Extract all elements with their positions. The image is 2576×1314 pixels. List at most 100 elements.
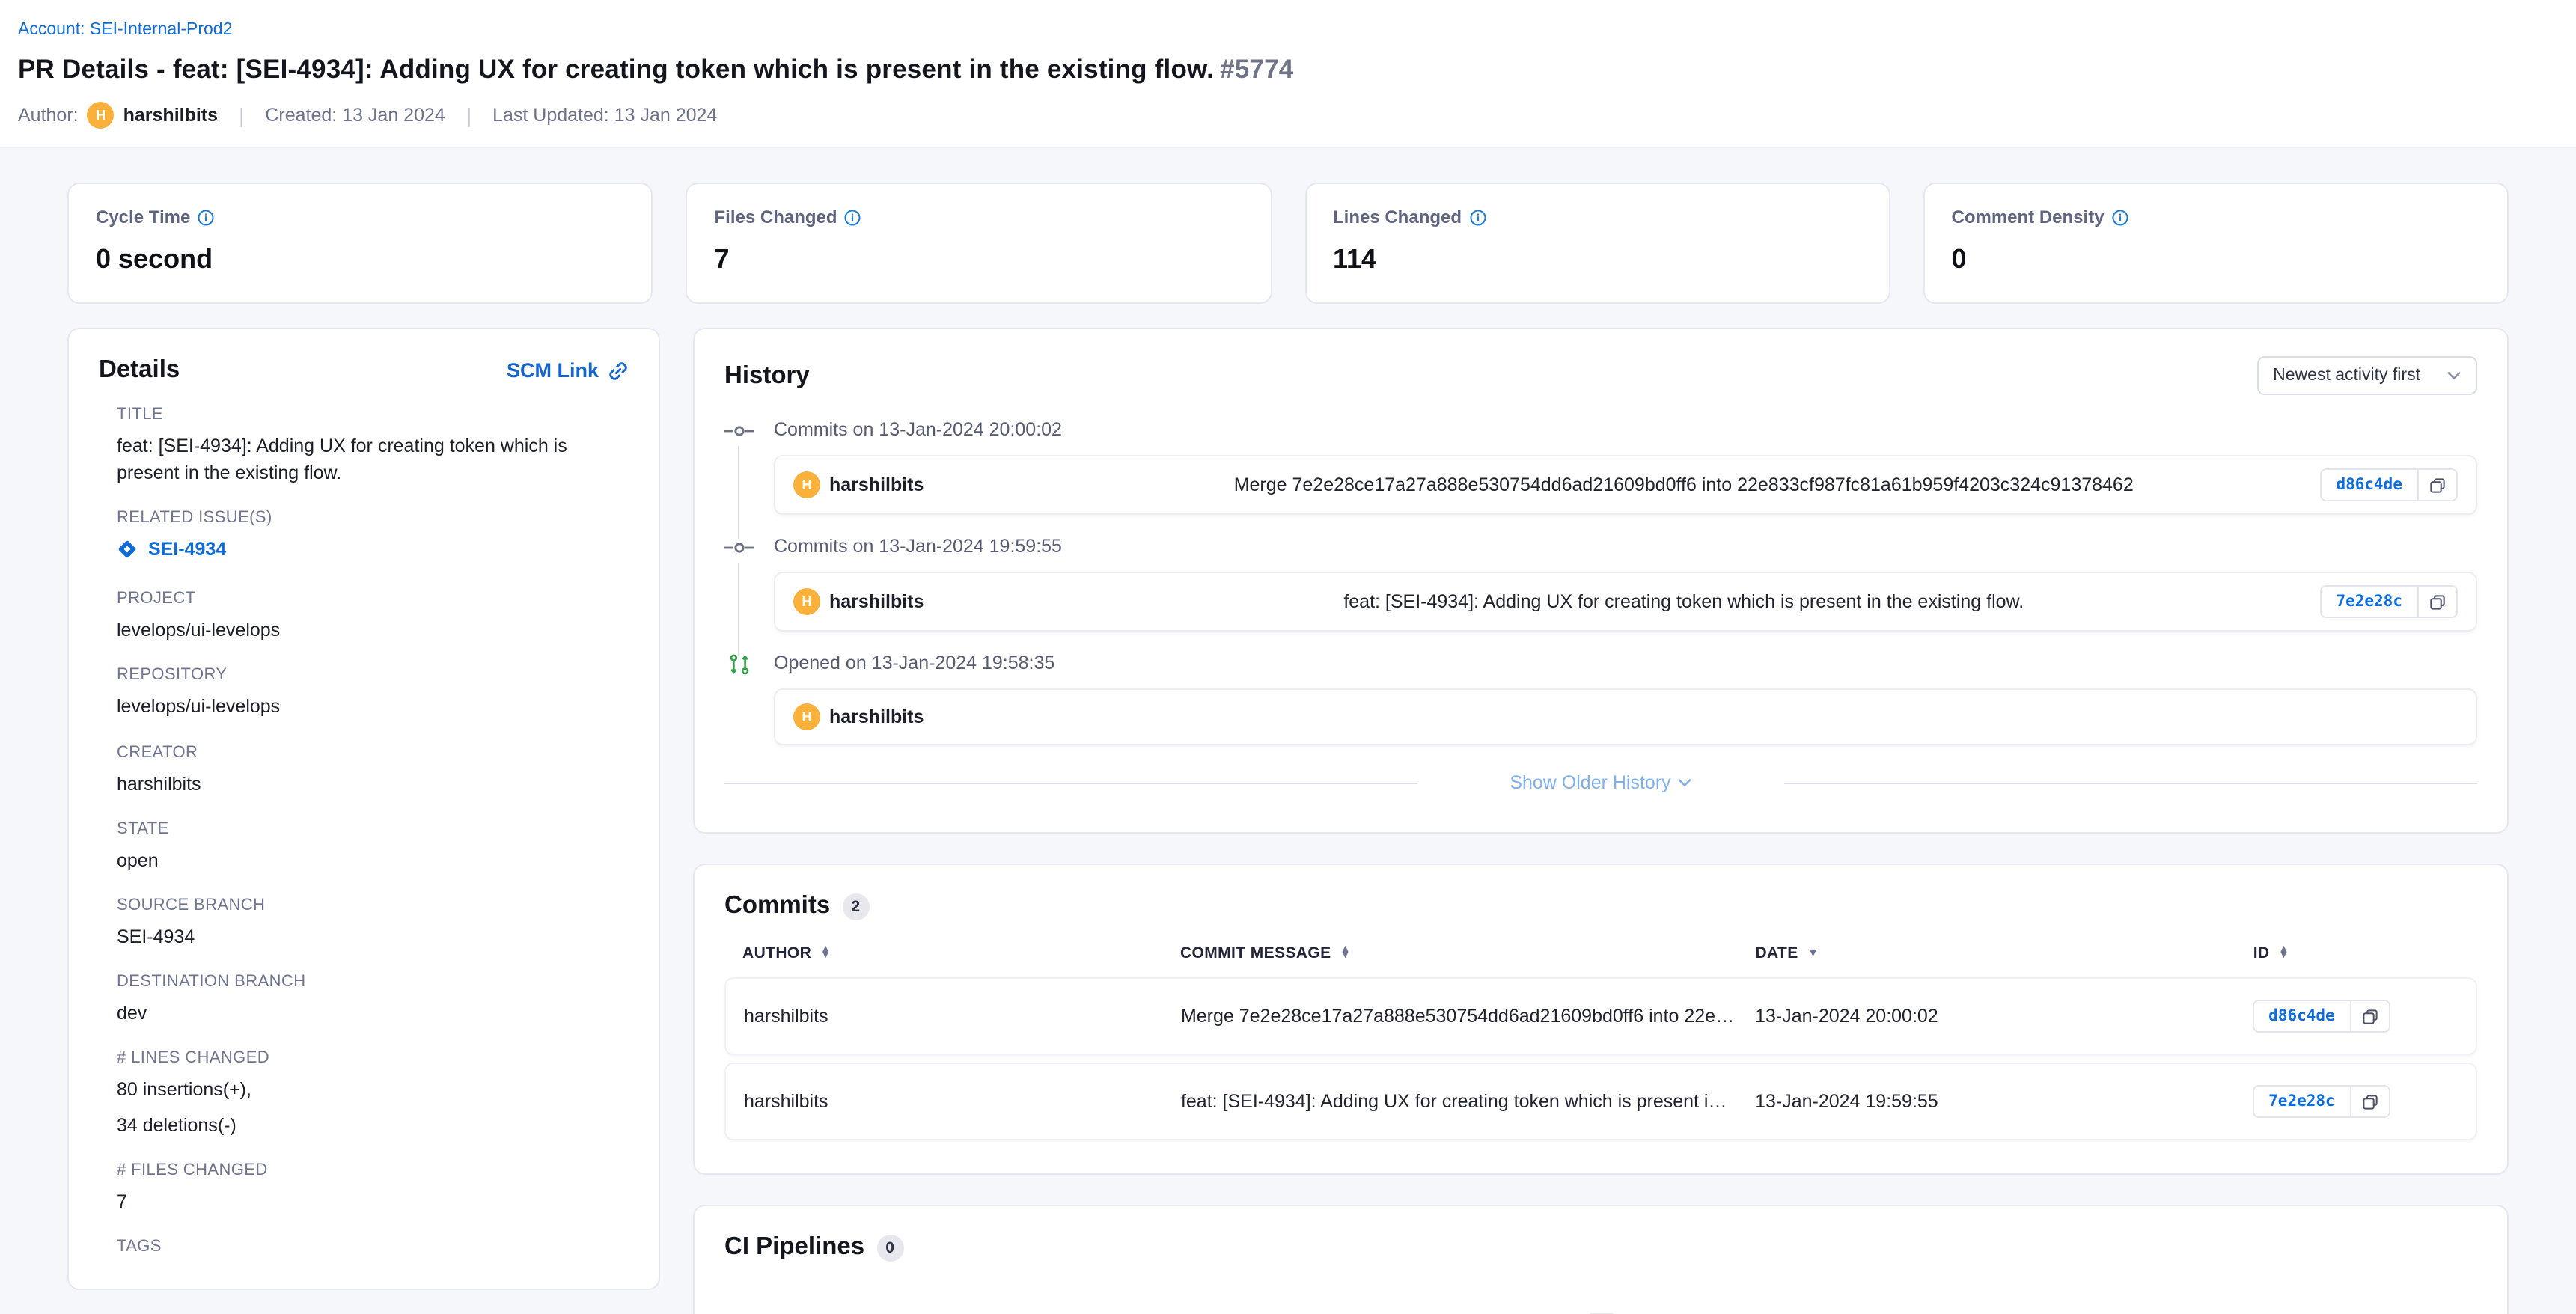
- history-opened-card: H harshilbits: [774, 688, 2477, 745]
- ci-pipelines-count-badge: 0: [876, 1234, 903, 1261]
- ci-pipelines-panel: CI Pipelines 0 No Data: [693, 1205, 2509, 1314]
- last-updated-date: Last Updated: 13 Jan 2024: [492, 105, 717, 126]
- commit-hash-link[interactable]: 7e2e28c: [2319, 585, 2419, 618]
- history-timeline: Commits on 13-Jan-2024 20:00:02 H harshi…: [724, 419, 2477, 745]
- show-older-history-link[interactable]: Show Older History: [1510, 772, 1691, 793]
- commit-icon: [724, 421, 754, 441]
- scm-link-label: SCM Link: [507, 359, 599, 382]
- field-value: harshilbits: [117, 770, 629, 797]
- divider: [1785, 782, 2477, 783]
- meta-divider: |: [466, 103, 471, 127]
- metric-label: Comment Density: [1952, 207, 2105, 227]
- field-label: # LINES CHANGED: [117, 1049, 629, 1067]
- detail-field-related-issues: RELATED ISSUE(S) SEI-4934: [117, 510, 629, 568]
- link-icon: [608, 360, 629, 381]
- timeline-entry-label: Opened on 13-Jan-2024 19:58:35: [774, 653, 2477, 673]
- commit-hash-link[interactable]: d86c4de: [2252, 1000, 2351, 1033]
- field-label: STATE: [117, 819, 629, 837]
- field-value: 34 deletions(-): [117, 1112, 629, 1139]
- author-avatar: H: [793, 471, 820, 498]
- metric-label: Files Changed: [715, 207, 837, 227]
- metric-value: 0: [1952, 244, 2481, 275]
- table-row: harshilbits Merge 7e2e28ce17a27a888e5307…: [724, 977, 2477, 1055]
- cell-author: harshilbits: [744, 1091, 1181, 1112]
- history-panel: History Newest activity first Commits on…: [693, 328, 2509, 834]
- history-sort-value: Newest activity first: [2273, 367, 2420, 385]
- cell-author: harshilbits: [744, 1006, 1181, 1027]
- metrics-row: Cycle Time 0 second Files Changed 7 Line…: [67, 183, 2509, 304]
- field-label: CREATOR: [117, 743, 629, 761]
- commits-count-badge: 2: [842, 893, 869, 920]
- field-value: levelops/ui-levelops: [117, 694, 629, 721]
- created-date: Created: 13 Jan 2024: [265, 105, 445, 126]
- metric-value: 114: [1333, 244, 1862, 275]
- copy-icon[interactable]: [2351, 1000, 2390, 1033]
- pull-request-opened-icon: [724, 654, 754, 675]
- info-icon[interactable]: [845, 209, 861, 225]
- history-sort-dropdown[interactable]: Newest activity first: [2256, 356, 2477, 395]
- show-older-history-row: Show Older History: [724, 772, 2477, 793]
- ci-pipelines-heading: CI Pipelines: [724, 1233, 864, 1262]
- cell-commit-message: Merge 7e2e28ce17a27a888e530754dd6ad21609…: [1181, 1006, 1755, 1027]
- timeline-entry-label: Commits on 13-Jan-2024 19:59:55: [774, 536, 2477, 557]
- timeline-entry-label: Commits on 13-Jan-2024 20:00:02: [774, 419, 2477, 440]
- info-icon[interactable]: [1469, 209, 1486, 225]
- related-issue-link[interactable]: SEI-4934: [117, 540, 226, 560]
- timeline-entry: Opened on 13-Jan-2024 19:58:35 H harshil…: [724, 653, 2477, 745]
- pr-details-page: Account: SEI-Internal-Prod2 PR Details -…: [0, 0, 2576, 1314]
- cell-date: 13-Jan-2024 20:00:02: [1755, 1006, 2252, 1027]
- timeline-entry: Commits on 13-Jan-2024 20:00:02 H harshi…: [724, 419, 2477, 515]
- column-header-commit-message[interactable]: COMMIT MESSAGE ▲▼: [1180, 944, 1755, 962]
- field-label: SOURCE BRANCH: [117, 896, 629, 914]
- page-content: Cycle Time 0 second Files Changed 7 Line…: [0, 148, 2576, 1314]
- field-label: PROJECT: [117, 590, 629, 608]
- column-header-id[interactable]: ID ▲▼: [2253, 944, 2459, 962]
- column-header-author[interactable]: AUTHOR ▲▼: [742, 944, 1180, 962]
- detail-field-source-branch: SOURCE BRANCH SEI-4934: [117, 896, 629, 950]
- page-title: PR Details - feat: [SEI-4934]: Adding UX…: [18, 54, 2558, 85]
- info-icon[interactable]: [198, 209, 214, 225]
- field-value: open: [117, 846, 629, 873]
- sort-icon: ▲▼: [2279, 947, 2289, 959]
- field-label: REPOSITORY: [117, 667, 629, 685]
- issue-key: SEI-4934: [148, 540, 226, 560]
- field-value: SEI-4934: [117, 923, 629, 950]
- account-breadcrumb-link[interactable]: Account: SEI-Internal-Prod2: [18, 21, 232, 39]
- history-commit-card: H harshilbits Merge 7e2e28ce17a27a888e53…: [774, 455, 2477, 515]
- page-header: Account: SEI-Internal-Prod2 PR Details -…: [0, 0, 2576, 148]
- field-label: # FILES CHANGED: [117, 1162, 629, 1180]
- cell-commit-message: feat: [SEI-4934]: Adding UX for creating…: [1181, 1091, 1755, 1112]
- metric-label: Lines Changed: [1333, 207, 1462, 227]
- pr-number: #5774: [1220, 54, 1293, 84]
- chevron-down-icon: [1679, 778, 1692, 787]
- page-title-text: PR Details - feat: [SEI-4934]: Adding UX…: [18, 54, 1214, 84]
- scm-link[interactable]: SCM Link: [507, 359, 629, 382]
- detail-field-repository: REPOSITORY levelops/ui-levelops: [117, 667, 629, 721]
- copy-icon[interactable]: [2419, 585, 2458, 618]
- commits-heading: Commits: [724, 892, 830, 920]
- commit-hash-link[interactable]: d86c4de: [2319, 468, 2419, 501]
- details-heading: Details: [99, 356, 180, 385]
- copy-icon[interactable]: [2351, 1085, 2390, 1118]
- commit-hash-link[interactable]: 7e2e28c: [2252, 1085, 2351, 1118]
- metric-card-cycle-time: Cycle Time 0 second: [67, 183, 653, 304]
- info-icon[interactable]: [2112, 209, 2128, 225]
- metric-label: Cycle Time: [96, 207, 190, 227]
- commit-message: Merge 7e2e28ce17a27a888e530754dd6ad21609…: [1048, 474, 2319, 495]
- field-value: feat: [SEI-4934]: Adding UX for creating…: [117, 433, 629, 487]
- history-heading: History: [724, 361, 810, 390]
- commit-message: feat: [SEI-4934]: Adding UX for creating…: [1048, 591, 2319, 612]
- metric-card-comment-density: Comment Density 0: [1923, 183, 2509, 304]
- detail-field-creator: CREATOR harshilbits: [117, 743, 629, 797]
- column-header-date[interactable]: DATE ▼: [1755, 944, 2253, 962]
- column-label: DATE: [1755, 944, 1798, 962]
- author-avatar: H: [88, 102, 115, 129]
- details-panel: Details SCM Link TITLE feat: [SEI-4934]:…: [67, 328, 660, 1291]
- commits-table-header: AUTHOR ▲▼ COMMIT MESSAGE ▲▼ DATE ▼ ID: [724, 944, 2477, 962]
- ci-empty-state: No Data: [724, 1262, 2477, 1314]
- metric-card-files-changed: Files Changed 7: [686, 183, 1272, 304]
- copy-icon[interactable]: [2419, 468, 2458, 501]
- metric-value: 7: [715, 244, 1244, 275]
- commits-table-body: harshilbits Merge 7e2e28ce17a27a888e5307…: [724, 977, 2477, 1140]
- detail-field-tags: TAGS: [117, 1238, 629, 1256]
